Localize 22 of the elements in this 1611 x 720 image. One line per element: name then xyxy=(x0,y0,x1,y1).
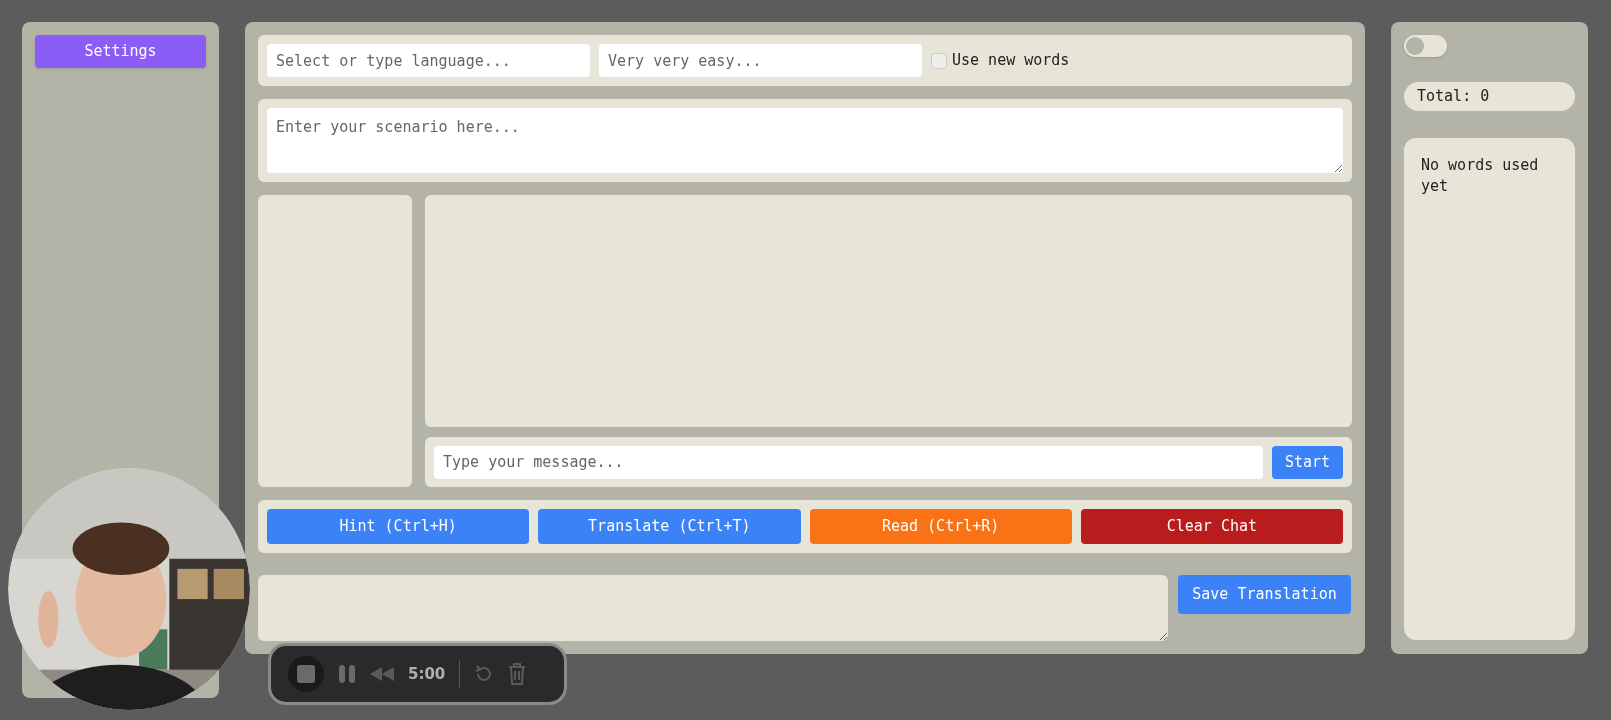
action-button[interactable]: Clear Chat xyxy=(1080,509,1343,544)
translation-field[interactable] xyxy=(258,575,1168,641)
message-field[interactable]: Type your message... xyxy=(434,445,1263,479)
level-field[interactable]: Very very easy... xyxy=(599,44,922,77)
total-count: Total: 0 xyxy=(1404,82,1575,111)
save-translation-button[interactable]: Save Translation xyxy=(1178,575,1351,614)
action-button[interactable]: Read (Ctrl+R) xyxy=(809,509,1072,544)
checkbox-label: Use new words xyxy=(952,50,1070,72)
trash-icon[interactable] xyxy=(508,663,527,685)
start-button[interactable]: Start xyxy=(1272,445,1343,479)
scenario-field[interactable]: Enter your scenario here... xyxy=(267,108,1343,173)
stop-button[interactable] xyxy=(288,656,324,692)
language-field[interactable]: Select or type language... xyxy=(267,44,590,77)
empty-message: No words used yet xyxy=(1421,155,1540,197)
timer: 5:00 xyxy=(408,663,446,685)
action-button[interactable]: Hint (Ctrl+H) xyxy=(267,509,530,544)
rewind-icon[interactable] xyxy=(370,667,394,681)
action-button[interactable]: Translate (Ctrl+T) xyxy=(538,509,801,544)
new-words-checkbox[interactable] xyxy=(931,52,947,69)
toggle-switch[interactable] xyxy=(1404,35,1447,57)
pause-icon[interactable] xyxy=(338,664,356,684)
settings-button[interactable]: Settings xyxy=(35,35,206,68)
